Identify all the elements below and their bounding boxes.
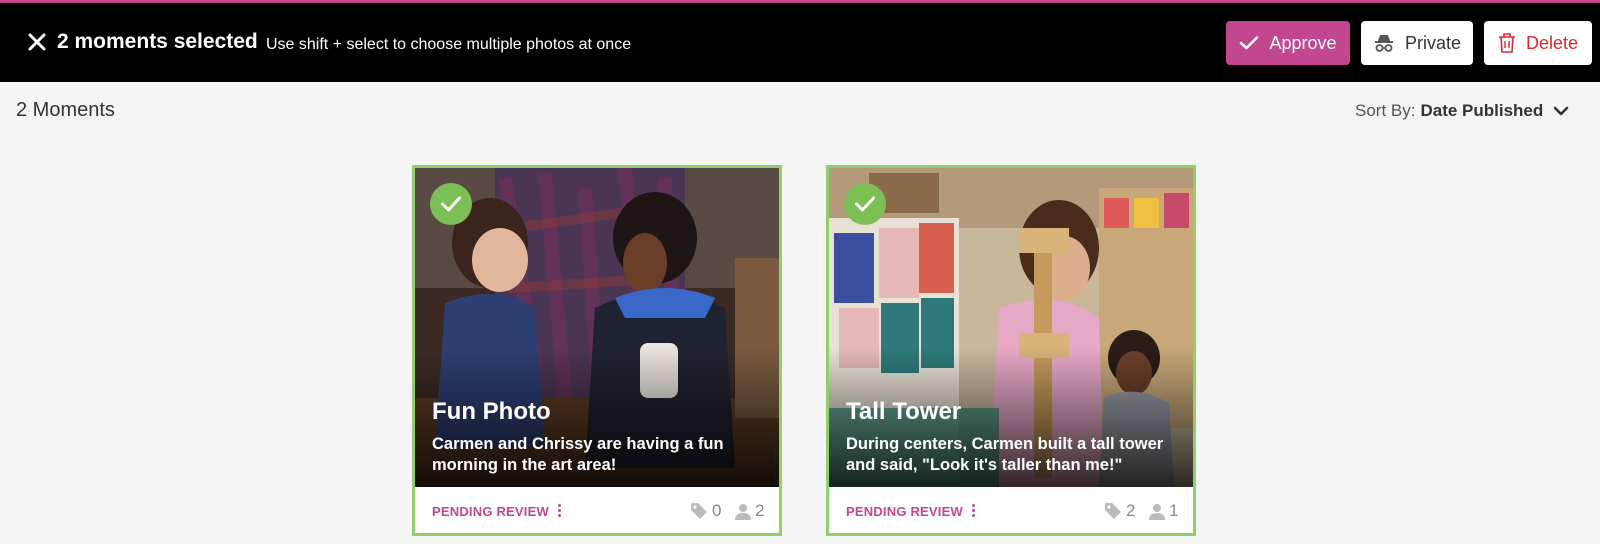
person-icon [735, 503, 751, 520]
approve-button[interactable]: Approve [1226, 21, 1350, 65]
selection-toolbar: 2 moments selected Use shift + select to… [0, 3, 1600, 82]
people-count: 1 [1149, 501, 1178, 521]
moment-photo[interactable]: Fun Photo Carmen and Chrissy are having … [415, 168, 779, 487]
approve-label: Approve [1269, 32, 1337, 53]
more-options-icon[interactable] [968, 502, 978, 520]
tag-count: 0 [690, 501, 721, 521]
tag-icon [1105, 503, 1121, 519]
chevron-down-icon [1553, 106, 1569, 116]
people-count: 2 [735, 501, 764, 521]
private-label: Private [1404, 32, 1462, 53]
status-badge: PENDING REVIEW [846, 504, 963, 519]
moment-card[interactable]: Fun Photo Carmen and Chrissy are having … [412, 165, 782, 536]
more-options-icon[interactable] [554, 502, 564, 520]
tag-count: 2 [1104, 501, 1135, 521]
delete-button[interactable]: Delete [1484, 21, 1592, 65]
sort-prefix: Sort By: [1355, 101, 1416, 120]
tag-icon [691, 503, 707, 519]
people-count-value: 2 [755, 501, 765, 520]
selection-hint: Use shift + select to choose multiple ph… [266, 36, 632, 53]
incognito-icon [1374, 35, 1393, 52]
moment-card[interactable]: Tall Tower During centers, Carmen built … [826, 165, 1196, 536]
moment-footer: PENDING REVIEW 0 2 [415, 487, 779, 533]
moments-count: 2 Moments [16, 99, 115, 121]
check-icon [855, 196, 875, 212]
moment-title: Tall Tower [846, 398, 962, 425]
close-icon[interactable] [25, 30, 49, 54]
selected-check[interactable] [844, 183, 886, 225]
people-count-value: 1 [1169, 501, 1179, 520]
private-button[interactable]: Private [1361, 21, 1473, 65]
tag-count-value: 2 [1126, 501, 1136, 520]
moment-description: During centers, Carmen built a tall towe… [846, 435, 1164, 474]
delete-label: Delete [1525, 32, 1579, 53]
moment-title: Fun Photo [432, 398, 551, 425]
selected-check[interactable] [430, 183, 472, 225]
person-icon [1149, 503, 1165, 520]
status-badge: PENDING REVIEW [432, 504, 549, 519]
moment-footer: PENDING REVIEW 2 1 [829, 487, 1193, 533]
tag-count-value: 0 [712, 501, 722, 520]
selection-count-title: 2 moments selected [57, 30, 258, 53]
moment-photo[interactable]: Tall Tower During centers, Carmen built … [829, 168, 1193, 487]
moment-description: Carmen and Chrissy are having a fun morn… [432, 435, 724, 474]
trash-icon [1498, 33, 1515, 53]
sort-dropdown[interactable]: Sort By: Date Published [1355, 101, 1569, 121]
check-icon [441, 196, 461, 212]
check-icon [1240, 36, 1259, 50]
sort-value: Date Published [1420, 101, 1544, 120]
